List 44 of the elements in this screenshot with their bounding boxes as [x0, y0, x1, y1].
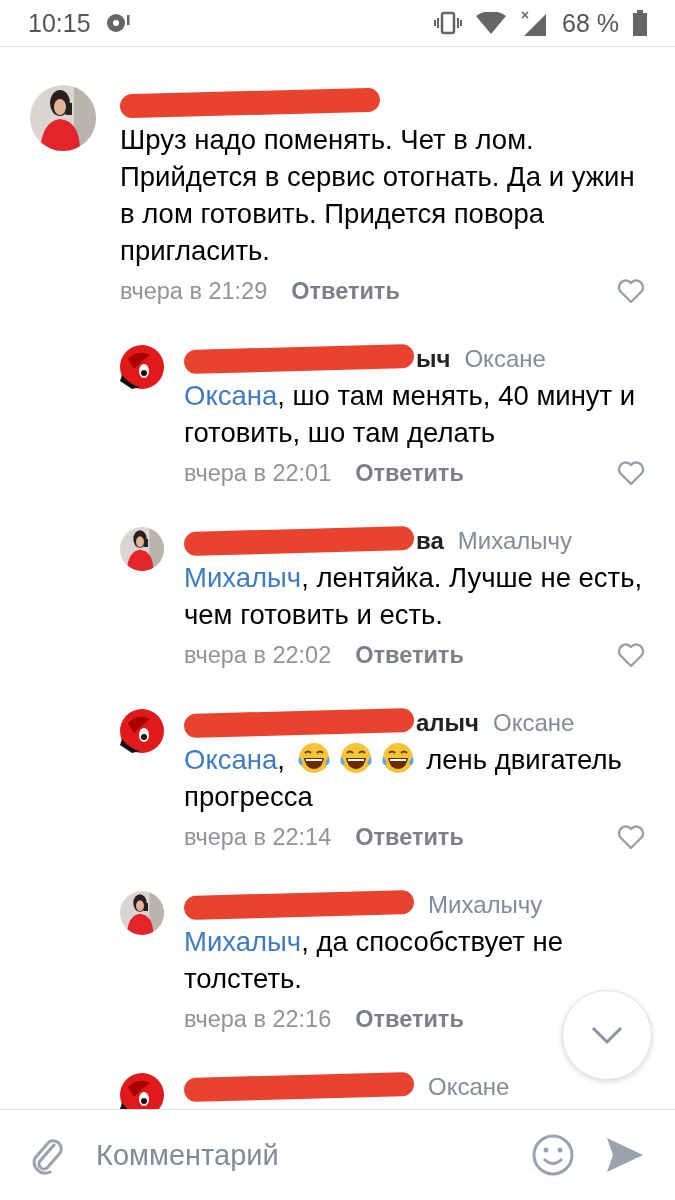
- reply-link[interactable]: Ответить: [355, 641, 464, 669]
- send-icon[interactable]: [605, 1136, 645, 1174]
- comment-text: Михалыч, лентяйка. Лучше не есть, чем готовить и есть.: [184, 561, 644, 632]
- notification-icon: [104, 12, 131, 34]
- heart-icon[interactable]: [617, 460, 645, 486]
- comment-date: вчера в 22:01: [184, 459, 332, 487]
- mention-link[interactable]: Михалыч: [184, 926, 302, 957]
- mention-link[interactable]: Оксана: [184, 744, 278, 775]
- battery-percent: 68 %: [562, 8, 619, 38]
- heart-icon[interactable]: [617, 824, 645, 850]
- comment-date: вчера в 22:16: [184, 1005, 332, 1033]
- laughing-face-icon: [296, 741, 331, 775]
- clock: 10:15: [28, 8, 91, 38]
- battery-icon: [633, 10, 647, 36]
- laughing-face-icon: [380, 741, 415, 775]
- wifi-icon: [476, 12, 506, 34]
- author-name: ва: [416, 527, 444, 555]
- mention-link[interactable]: Михалыч: [184, 562, 302, 593]
- heart-icon[interactable]: [617, 642, 645, 668]
- comment-date: вчера в 22:02: [184, 641, 332, 669]
- laughing-face-icon: [338, 741, 373, 775]
- reply-to-label: Оксане: [428, 1073, 510, 1101]
- comment-text: Михалыч, да способствует не толстеть.: [184, 925, 565, 996]
- chevron-down-icon: [590, 1025, 624, 1045]
- reply-link[interactable]: Ответить: [355, 823, 464, 851]
- author-name: алыч: [416, 709, 480, 737]
- reply-link[interactable]: Ответить: [355, 459, 464, 487]
- vibrate-icon: [434, 11, 462, 35]
- reply-link[interactable]: Ответить: [291, 277, 400, 305]
- reply-link[interactable]: Ответить: [355, 1005, 464, 1033]
- reply-to-label: Оксане: [464, 345, 546, 373]
- smiley-icon[interactable]: [531, 1133, 575, 1177]
- comment-date: вчера в 22:14: [184, 823, 332, 851]
- mention-link[interactable]: Оксана: [184, 380, 278, 411]
- comment-text: Шруз надо поменять. Чет в лом. Прийдется в сервис отогнать. Да и ужин в лом готовить. Придется повора пригласить.: [120, 123, 636, 268]
- reply-to-label: Михалычу: [457, 527, 573, 555]
- heart-icon[interactable]: [617, 278, 645, 304]
- comment-text: Оксана, лень двигатель прогресса: [184, 741, 645, 815]
- comment-date: вчера в 21:29: [120, 277, 268, 305]
- comment-text: Оксана, шо там менять, 40 минут и готовить, шо там делать: [184, 379, 637, 450]
- reply-to-label: Михалычу: [428, 891, 543, 919]
- reply-to-label: Оксане: [493, 709, 575, 737]
- signal-icon: [520, 10, 548, 36]
- author-name: ыч: [416, 345, 451, 373]
